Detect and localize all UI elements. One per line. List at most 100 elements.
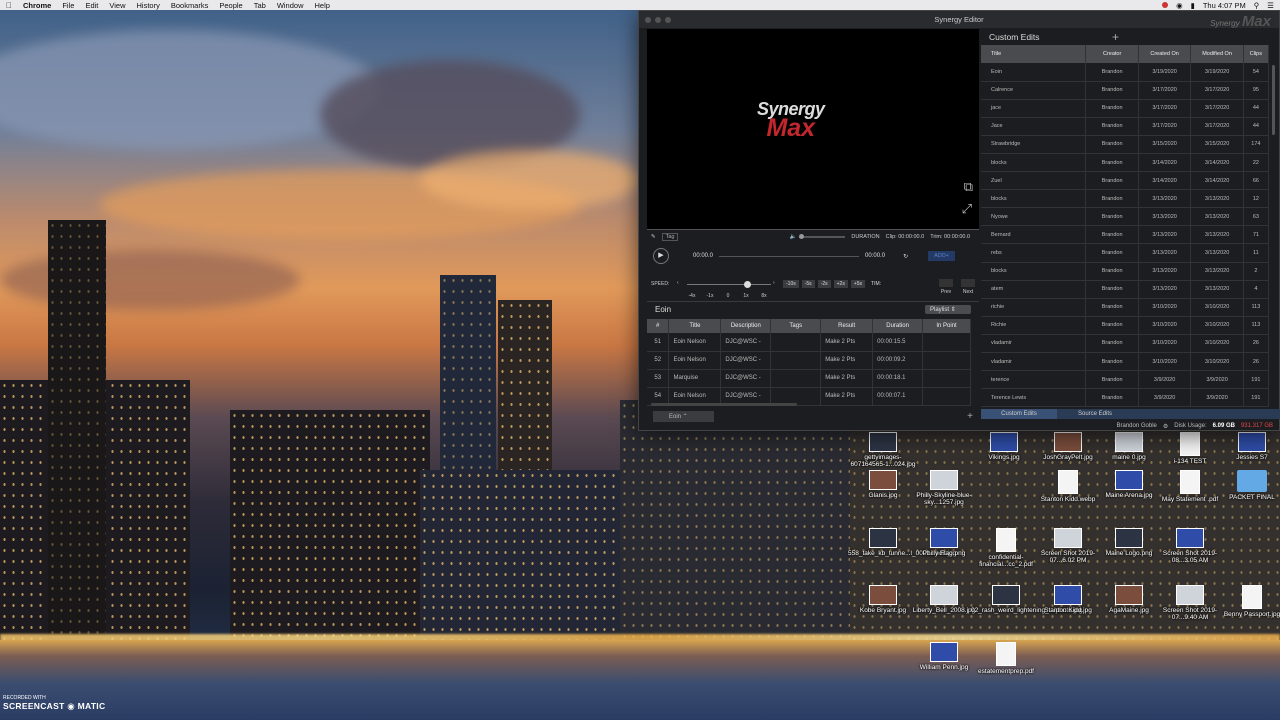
menubar-clock[interactable]: Thu 4:07 PM (1203, 1, 1246, 10)
desktop-file-icon[interactable]: Philly-Skyline-blue-sky...1257.jpg (909, 470, 979, 507)
desktop-file-icon[interactable]: Kobe Bryant.jpg (848, 585, 918, 614)
menu-tab[interactable]: Tab (254, 1, 266, 10)
col-result[interactable]: Result (820, 319, 874, 333)
volume-control[interactable]: 🔈 (789, 233, 846, 240)
apple-icon[interactable]:  (6, 1, 12, 10)
skip-back-5-button[interactable]: -5s (801, 280, 815, 288)
menu-list-icon[interactable]: ☰ (1267, 1, 1274, 10)
desktop-file-icon[interactable]: Glanis.jpg (848, 470, 918, 499)
custom-edit-row[interactable]: atem Brandon 3/13/2020 3/13/2020 4 (981, 280, 1270, 299)
desktop-file-icon[interactable]: Vikings.jpg (969, 432, 1039, 461)
desktop-file-icon[interactable]: confidential-financial...cc_2.pdf (971, 528, 1041, 569)
desktop-file-icon[interactable]: 02_rash_weird_lightening_...iphoto.jpg (971, 585, 1082, 614)
col-created-on[interactable]: Created On (1138, 45, 1192, 63)
col-creator[interactable]: Creator (1085, 45, 1139, 63)
menu-view[interactable]: View (109, 1, 125, 10)
video-player[interactable]: Synergy Max ⧉ ⤢ (647, 29, 979, 229)
custom-edit-row[interactable]: blocks Brandon 3/13/2020 3/13/2020 2 (981, 262, 1270, 281)
skip-fwd-2-button[interactable]: +2s (833, 280, 848, 288)
desktop-file-icon[interactable]: Maine Logo.png (1094, 528, 1164, 557)
desktop-file-icon[interactable]: maine 0.jpg (1094, 432, 1164, 461)
draw-icon[interactable]: ✎ (651, 234, 656, 240)
custom-edit-row[interactable]: blocks Brandon 3/13/2020 3/13/2020 12 (981, 189, 1270, 209)
desktop-file-icon[interactable]: 558_take_kb_tunne...l_0001...edit.jpg (848, 528, 956, 557)
desktop-file-icon[interactable]: Screen Shot 2019-08...3.05 AM (1155, 528, 1225, 565)
custom-edit-row[interactable]: vladamir Brandon 3/10/2020 3/10/2020 26 (981, 352, 1270, 372)
menu-people[interactable]: People (219, 1, 242, 10)
timeline-scrubber[interactable] (719, 255, 860, 257)
record-status-icon[interactable] (1162, 2, 1169, 8)
desktop-file-icon[interactable]: Stanton Kidd.jpg (1033, 585, 1103, 614)
desktop-file-icon[interactable]: Liberty_Bell_2008.jpg (909, 585, 979, 614)
battery-icon[interactable]: ▮ (1191, 1, 1195, 10)
custom-edit-row[interactable]: vladamir Brandon 3/10/2020 3/10/2020 26 (981, 334, 1270, 354)
col-title[interactable]: Title (981, 45, 1087, 63)
custom-edit-row[interactable]: Terence Lewis Brandon 3/9/2020 3/9/2020 191 (981, 388, 1270, 408)
playlist-row[interactable]: 51 Eoin Nelson DJC@WSC - Make 2 Pts 00:00:15… (647, 333, 971, 352)
col-description[interactable]: Description (720, 319, 772, 333)
custom-edit-row[interactable]: Calrence Brandon 3/17/2020 3/17/2020 95 (981, 81, 1270, 100)
col-title[interactable]: Title (668, 319, 722, 333)
fullscreen-icon[interactable]: ⤢ (962, 201, 972, 217)
custom-edit-row[interactable]: rebs Brandon 3/13/2020 3/13/2020 11 (981, 243, 1270, 263)
col-modified-on[interactable]: Modified On (1190, 45, 1244, 63)
col-in-point[interactable]: In Point (922, 319, 971, 333)
menu-history[interactable]: History (137, 1, 160, 10)
desktop-file-icon[interactable]: gettyimages-607164565-1...024.jpg (848, 432, 918, 469)
playlist-row[interactable]: 52 Eoin Nelson DJC@WSC - Make 2 Pts 00:00:09… (647, 351, 971, 370)
custom-edits-scrollbar[interactable] (1272, 65, 1275, 135)
tab-custom-edits[interactable]: Custom Edits (981, 409, 1057, 419)
add-playlist-icon[interactable]: + (967, 411, 973, 422)
next-button[interactable]: Next (961, 279, 975, 295)
col-number[interactable]: # (647, 319, 670, 333)
custom-edit-row[interactable]: Nyowe Brandon 3/13/2020 3/13/2020 63 (981, 207, 1270, 227)
prev-button[interactable]: Prev (939, 279, 953, 295)
menu-help[interactable]: Help (315, 1, 330, 10)
skip-back-2-button[interactable]: -2s (817, 280, 831, 288)
menu-bookmarks[interactable]: Bookmarks (171, 1, 209, 10)
gear-icon[interactable]: ⚙ (1163, 423, 1168, 430)
wifi-icon[interactable]: ◉ (1176, 1, 1183, 10)
desktop-file-icon[interactable]: Stanton Kidd.webp (1033, 470, 1103, 503)
desktop-file-icon[interactable]: Jessies S7 (1217, 432, 1280, 461)
speed-right-icon[interactable]: › (773, 280, 775, 286)
custom-edit-row[interactable]: Bernard Brandon 3/13/2020 3/13/2020 71 (981, 225, 1270, 245)
desktop-file-icon[interactable]: Screen Shot 2019-07...6.02 PM (1033, 528, 1103, 565)
speed-slider[interactable] (687, 284, 771, 285)
desktop-file-icon[interactable]: JoshGrayPelt.jpg (1033, 432, 1103, 461)
custom-edit-row[interactable]: jace Brandon 3/17/2020 3/17/2020 44 (981, 99, 1270, 118)
tag-button[interactable]: Tag (661, 232, 679, 241)
custom-edit-row[interactable]: Zuel Brandon 3/14/2020 3/14/2020 66 (981, 171, 1270, 191)
popout-icon[interactable]: ⧉ (964, 179, 973, 195)
custom-edit-row[interactable]: blocks Brandon 3/14/2020 3/14/2020 22 (981, 153, 1270, 173)
desktop-file-icon[interactable]: PACKET FINAL (1217, 470, 1280, 501)
custom-edit-row[interactable]: Jace Brandon 3/17/2020 3/17/2020 44 (981, 117, 1270, 136)
desktop-file-icon[interactable]: Screen Shot 2019-07...9.40 AM (1155, 585, 1225, 622)
loop-icon[interactable]: ↻ (903, 253, 908, 260)
custom-edit-row[interactable]: Strawbridge Brandon 3/15/2020 3/15/2020 174 (981, 135, 1270, 154)
desktop-file-icon[interactable]: i-134 TEST (1155, 432, 1225, 465)
tab-source-edits[interactable]: Source Edits (1057, 409, 1133, 419)
col-duration[interactable]: Duration (872, 319, 924, 333)
menu-window[interactable]: Window (277, 1, 304, 10)
desktop-file-icon[interactable]: Philly Flag.png (909, 528, 979, 557)
col-tags[interactable]: Tags (770, 319, 822, 333)
menu-app-name[interactable]: Chrome (23, 1, 51, 10)
skip-fwd-5-button[interactable]: +5s (850, 280, 866, 288)
speed-slider-knob[interactable] (744, 281, 752, 288)
window-titlebar[interactable]: Synergy Editor Synergy Max (639, 11, 1279, 30)
playlist-row[interactable]: 53 Marquise DJC@WSC - Make 2 Pts 00:00:18.1 (647, 369, 971, 388)
desktop-file-icon[interactable]: AgaMaine.jpg (1094, 585, 1164, 614)
add-button[interactable]: ADD+ (928, 251, 955, 261)
custom-edit-row[interactable]: Richie Brandon 3/10/2020 3/10/2020 113 (981, 316, 1270, 335)
add-edit-icon[interactable]: + (1112, 30, 1119, 44)
menu-edit[interactable]: Edit (85, 1, 98, 10)
volume-slider[interactable] (799, 233, 846, 239)
search-icon[interactable]: ⚲ (1254, 1, 1260, 10)
desktop-file-icon[interactable]: Benny Passport.jpg (1217, 585, 1280, 618)
desktop-file-icon[interactable]: Maine Arena.jpg (1094, 470, 1164, 499)
custom-edit-row[interactable]: richie Brandon 3/10/2020 3/10/2020 113 (981, 298, 1270, 317)
desktop-file-icon[interactable]: May Statement .pdf (1155, 470, 1225, 503)
playlist-select[interactable]: Playlist ⇕ (925, 305, 971, 314)
custom-edit-row[interactable]: terence Brandon 3/9/2020 3/9/2020 191 (981, 370, 1270, 390)
